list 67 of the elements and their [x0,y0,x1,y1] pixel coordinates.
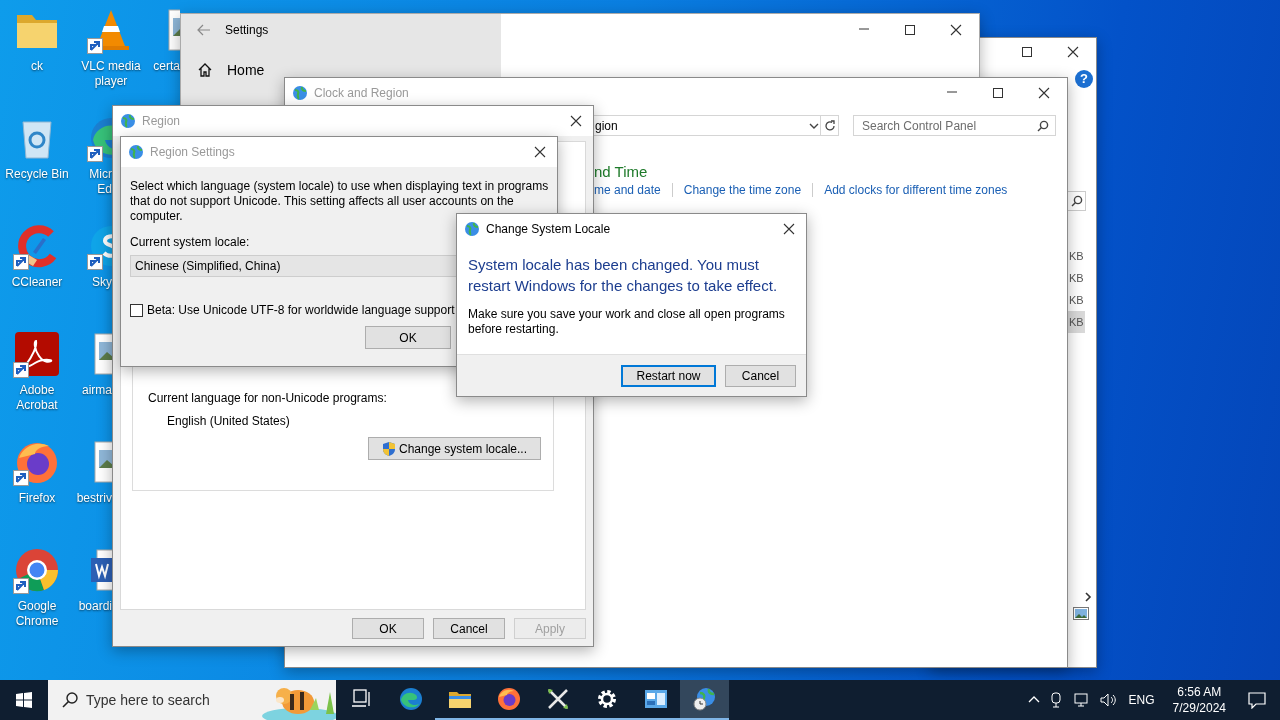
close-icon[interactable] [783,223,795,235]
dialog-button[interactable]: OK [365,326,451,349]
dialog-button[interactable]: Cancel [433,618,505,639]
window-title: Change System Locale [486,222,612,236]
file-size-cell[interactable]: KB [1068,245,1085,267]
help-button[interactable]: ? [1075,70,1093,88]
home-icon [197,62,213,78]
globe-clock-icon [692,687,717,711]
search-icon [1037,119,1049,132]
window-title: Clock and Region [314,86,410,100]
globe-icon [292,85,308,101]
search-icon [62,692,78,708]
windows-logo-icon [16,692,32,708]
language-indicator[interactable]: ENG [1128,693,1155,707]
description-text: Select which language (system locale) to use when displaying text in programs that do not support Unicode. This setting affects all user accounts on the computer. [130,179,550,224]
field-value: English (United States) [166,414,291,429]
maximize-icon[interactable] [904,24,916,36]
close-icon[interactable] [1038,87,1050,99]
link[interactable]: Add clocks for different time zones [824,182,1008,198]
dialog-button[interactable]: Cancel [725,364,796,387]
window-title: Settings [225,23,269,37]
clock-date[interactable]: 7/29/2024 [1172,700,1226,716]
back-arrow-icon[interactable] [197,24,211,36]
dialog-button[interactable]: Restart now [621,364,716,387]
maximize-icon[interactable] [992,87,1004,99]
volume-icon[interactable] [1099,692,1116,708]
swirl-circle-icon [398,687,423,711]
shield-icon [381,440,396,457]
network-icon[interactable] [1073,692,1090,708]
globe-icon [464,221,480,237]
checkbox[interactable] [130,303,143,317]
ring-circle-icon[interactable] [13,546,61,594]
search-icon [1071,195,1083,207]
control-panel-icon [643,687,668,711]
taskbar-button[interactable] [680,680,729,720]
image-view-icon[interactable] [1073,607,1089,620]
globe-icon [120,113,136,129]
file-size-cell[interactable]: KB [1068,289,1085,311]
nav-item[interactable]: Home [197,56,265,84]
link[interactable]: me and date [594,182,661,198]
refresh-icon [823,119,836,132]
dialog-button[interactable]: OK [352,618,424,639]
crossed-tools-icon [545,687,570,711]
change-locale-button[interactable]: Change system locale... [368,437,541,460]
window-title: Region Settings [150,145,236,159]
field-label: Current language for non-Unicode programs: [148,391,388,406]
link[interactable]: Change the time zone [683,182,802,198]
maximize-icon[interactable] [1021,46,1033,58]
globe-icon [128,144,144,160]
checkbox-label[interactable]: Beta: Use Unicode UTF-8 for worldwide language support [147,303,455,317]
field-label: Current system locale: [130,235,251,250]
notification-icon[interactable] [1248,691,1266,709]
search-field[interactable]: Type here to search [48,680,336,720]
close-icon[interactable] [534,146,546,158]
search-field[interactable]: Search Control Panel [853,115,1056,136]
close-icon[interactable] [570,115,582,127]
fox-circle-icon [496,687,521,711]
file-size-cell[interactable]: KB [1068,311,1085,333]
window-title: Region [142,114,182,128]
refresh-button[interactable] [821,115,839,136]
close-icon[interactable] [950,24,962,36]
tile-swirl-icon[interactable] [13,330,61,378]
close-icon[interactable] [1067,46,1079,58]
scroll-right-icon[interactable] [1083,592,1093,602]
file-size-cell[interactable]: KB [1068,267,1085,289]
clock-time[interactable]: 6:56 AM [1177,684,1222,700]
message-text: Make sure you save your work and close all open programs before restarting. [468,307,786,337]
